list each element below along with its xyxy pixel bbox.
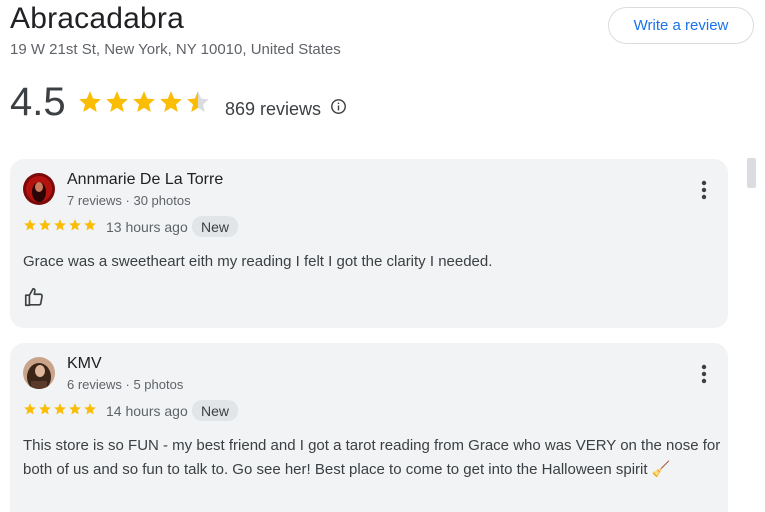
review-author[interactable]: KMV xyxy=(67,355,102,373)
more-vert-icon[interactable] xyxy=(696,363,712,385)
info-icon[interactable] xyxy=(330,98,347,115)
avatar[interactable] xyxy=(23,173,55,205)
review-card: KMV 6 reviews · 5 photos 14 hours ago Ne… xyxy=(10,343,728,512)
review-author-meta: 7 reviews · 30 photos xyxy=(67,193,191,208)
review-author[interactable]: Annmarie De La Torre xyxy=(67,171,223,189)
star-icon xyxy=(69,219,81,231)
place-title: Abracadabra xyxy=(10,2,184,35)
avatar[interactable] xyxy=(23,357,55,389)
review-stars xyxy=(23,218,97,232)
review-time: 14 hours ago xyxy=(106,403,188,419)
star-icon xyxy=(133,91,155,112)
star-icon xyxy=(54,403,66,415)
new-badge: New xyxy=(192,400,239,421)
star-icon xyxy=(39,219,51,231)
star-icon xyxy=(24,219,36,231)
star-icon xyxy=(106,91,128,112)
review-card: Annmarie De La Torre 7 reviews · 30 phot… xyxy=(10,159,728,328)
star-icon xyxy=(84,219,96,231)
review-text: Grace was a sweetheart eith my reading I… xyxy=(23,253,493,270)
star-icon xyxy=(160,91,182,112)
scrollbar-thumb[interactable] xyxy=(747,158,756,188)
half-star-icon xyxy=(187,91,209,112)
star-icon xyxy=(39,403,51,415)
star-icon xyxy=(79,91,101,112)
write-review-button[interactable]: Write a review xyxy=(608,7,754,44)
average-rating-stars xyxy=(77,89,211,115)
average-rating: 4.5 xyxy=(10,80,66,124)
thumbs-up-icon[interactable] xyxy=(23,286,45,308)
star-icon xyxy=(69,403,81,415)
review-time: 13 hours ago xyxy=(106,219,188,235)
review-author-meta: 6 reviews · 5 photos xyxy=(67,377,184,392)
place-address: 19 W 21st St, New York, NY 10010, United… xyxy=(10,41,341,58)
review-text: This store is so FUN - my best friend an… xyxy=(23,437,721,478)
star-icon xyxy=(54,219,66,231)
new-badge: New xyxy=(192,216,239,237)
star-icon xyxy=(84,403,96,415)
star-icon xyxy=(24,403,36,415)
review-stars xyxy=(23,402,97,416)
review-count[interactable]: 869 reviews xyxy=(225,99,321,120)
more-vert-icon[interactable] xyxy=(696,179,712,201)
